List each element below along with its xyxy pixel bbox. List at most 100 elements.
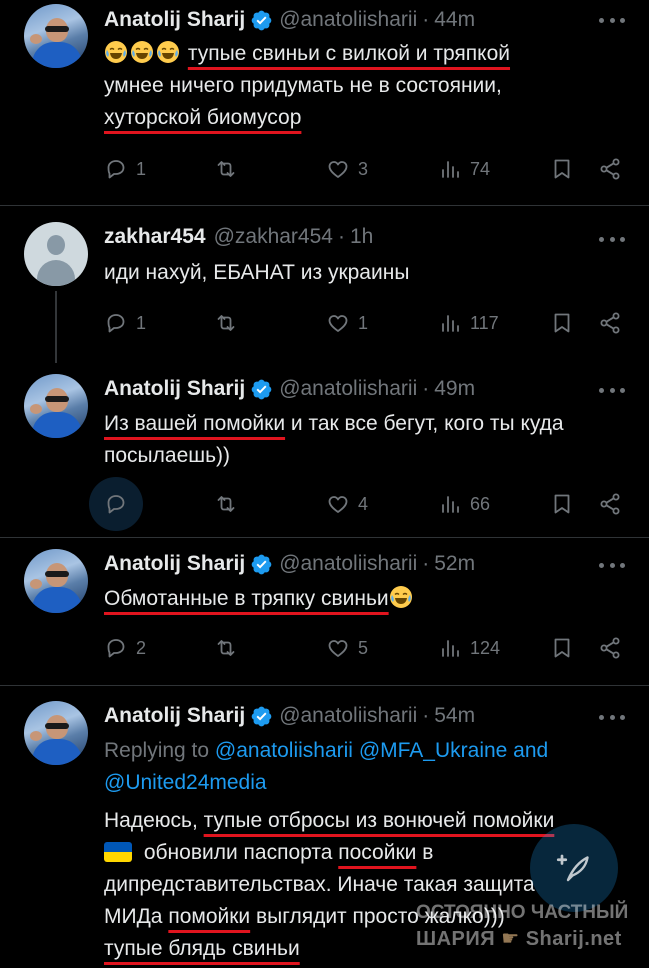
verified-badge-icon (250, 705, 273, 728)
underlined-text: Из вашей помойки (104, 412, 286, 435)
tweet-text-part: МИДа (104, 905, 169, 928)
display-name[interactable]: Anatolij Sharij (104, 377, 245, 401)
timestamp[interactable]: 52m (434, 552, 475, 576)
like-button[interactable]: 5 (326, 633, 368, 663)
more-options-icon[interactable] (599, 555, 625, 575)
view-count: 124 (470, 637, 501, 658)
user-handle[interactable]: @zakhar454 (214, 225, 333, 249)
avatar-glasses (45, 571, 69, 577)
tweet-text: Из вашей помойки и так все бегут, кого т… (104, 408, 629, 472)
separator-dot: · (422, 704, 430, 727)
display-name[interactable]: Anatolij Sharij (104, 552, 245, 576)
bookmark-button[interactable] (550, 633, 582, 663)
face-with-tears-of-joy-icon (156, 40, 180, 64)
share-icon (598, 492, 622, 516)
bookmark-button[interactable] (550, 154, 582, 184)
display-name[interactable]: zakhar454 (104, 225, 206, 249)
share-button[interactable] (598, 308, 630, 338)
more-options-icon[interactable] (599, 380, 625, 400)
views-button[interactable]: 66 (438, 489, 490, 519)
avatar-hand (30, 404, 42, 414)
underlined-text: тупые отбросы из вонючей помойки (203, 809, 555, 832)
share-icon (598, 157, 622, 181)
share-button[interactable] (598, 489, 630, 519)
views-button[interactable]: 117 (438, 308, 499, 338)
retweet-button[interactable] (214, 489, 246, 519)
verified-badge-icon (250, 553, 273, 576)
more-options-icon[interactable] (599, 229, 625, 249)
watermark-brand: ШАРИЯ (416, 928, 496, 950)
avatar[interactable] (24, 549, 88, 613)
more-options-icon[interactable] (599, 707, 625, 727)
reply-button[interactable]: 1 (104, 308, 146, 338)
user-handle[interactable]: @anatoliisharii (279, 8, 417, 32)
avatar[interactable] (24, 701, 88, 765)
tweet-text: иди нахуй, ЕБАНАТ из украины (104, 257, 629, 289)
display-name[interactable]: Anatolij Sharij (104, 8, 245, 32)
views-button[interactable]: 74 (438, 154, 490, 184)
bookmark-button[interactable] (550, 308, 582, 338)
separator-dot: · (422, 8, 430, 31)
timestamp[interactable]: 49m (434, 377, 475, 401)
like-button[interactable]: 3 (326, 154, 368, 184)
user-handle[interactable]: @anatoliisharii (279, 704, 417, 728)
timestamp[interactable]: 44m (434, 8, 475, 32)
reply-button[interactable]: 1 (104, 154, 146, 184)
share-icon (598, 311, 622, 335)
reply-icon (104, 492, 128, 516)
tweet-actions: 2 5 124 (104, 633, 626, 663)
avatar[interactable] (24, 4, 88, 68)
share-icon (598, 636, 622, 660)
mention-link[interactable]: @anatoliisharii (215, 739, 353, 762)
separator-dot: · (337, 225, 345, 248)
timestamp[interactable]: 1h (350, 225, 373, 249)
divider (0, 537, 649, 538)
mention-link[interactable]: @United24media (104, 771, 267, 794)
tweet-text: Обмотанные в тряпку свиньи (104, 583, 629, 615)
tweet-header: Anatolij Sharij @anatoliisharii · 49m (104, 374, 475, 404)
underlined-text: тупые блядь свиньи (104, 937, 300, 960)
retweet-button[interactable] (214, 308, 246, 338)
tweet-line-2: умнее ничего придумать не в состоянии, (104, 74, 502, 97)
timestamp[interactable]: 54m (434, 704, 475, 728)
tweet-line-1-rest: и так все бегут, кого ты куда (285, 412, 564, 435)
heart-icon (326, 311, 350, 335)
share-button[interactable] (598, 633, 630, 663)
user-handle[interactable]: @anatoliisharii (279, 552, 417, 576)
bookmark-icon (550, 636, 574, 660)
underlined-text: Обмотанные в тряпку свиньи (104, 587, 389, 610)
share-button[interactable] (598, 154, 630, 184)
avatar-hand (30, 34, 42, 44)
like-count: 3 (358, 158, 369, 179)
more-options-icon[interactable] (599, 10, 625, 30)
reply-button[interactable]: 2 (104, 633, 146, 663)
avatar-default[interactable] (24, 222, 88, 286)
heart-icon (326, 636, 350, 660)
mention-and[interactable]: and (507, 739, 548, 762)
retweet-button[interactable] (214, 633, 246, 663)
face-with-tears-of-joy-icon (389, 585, 413, 609)
display-name[interactable]: Anatolij Sharij (104, 704, 245, 728)
feather-plus-icon (556, 854, 589, 882)
user-handle[interactable]: @anatoliisharii (279, 377, 417, 401)
retweet-button[interactable] (214, 154, 246, 184)
tweet-header: Anatolij Sharij @anatoliisharii · 44m (104, 5, 475, 35)
mention-link[interactable]: @MFA_Ukraine (359, 739, 508, 762)
like-button[interactable]: 4 (326, 489, 368, 519)
bar-chart-icon (438, 492, 462, 516)
tweet-line-1: Обмотанные в тряпку свиньи (104, 583, 629, 615)
replying-to: Replying to @anatoliisharii @MFA_Ukraine… (104, 735, 629, 767)
reply-button[interactable] (89, 477, 143, 531)
like-button[interactable]: 1 (326, 308, 368, 338)
avatar-shirt (32, 412, 82, 438)
bookmark-button[interactable] (550, 489, 582, 519)
avatar-shirt (32, 587, 82, 613)
avatar-hand (30, 731, 42, 741)
views-button[interactable]: 124 (438, 633, 500, 663)
bookmark-icon (550, 157, 574, 181)
avatar[interactable] (24, 374, 88, 438)
replying-to-prefix: Replying to (104, 739, 215, 762)
divider (0, 685, 649, 686)
verified-badge-icon (250, 378, 273, 401)
avatar-glasses (45, 26, 69, 32)
